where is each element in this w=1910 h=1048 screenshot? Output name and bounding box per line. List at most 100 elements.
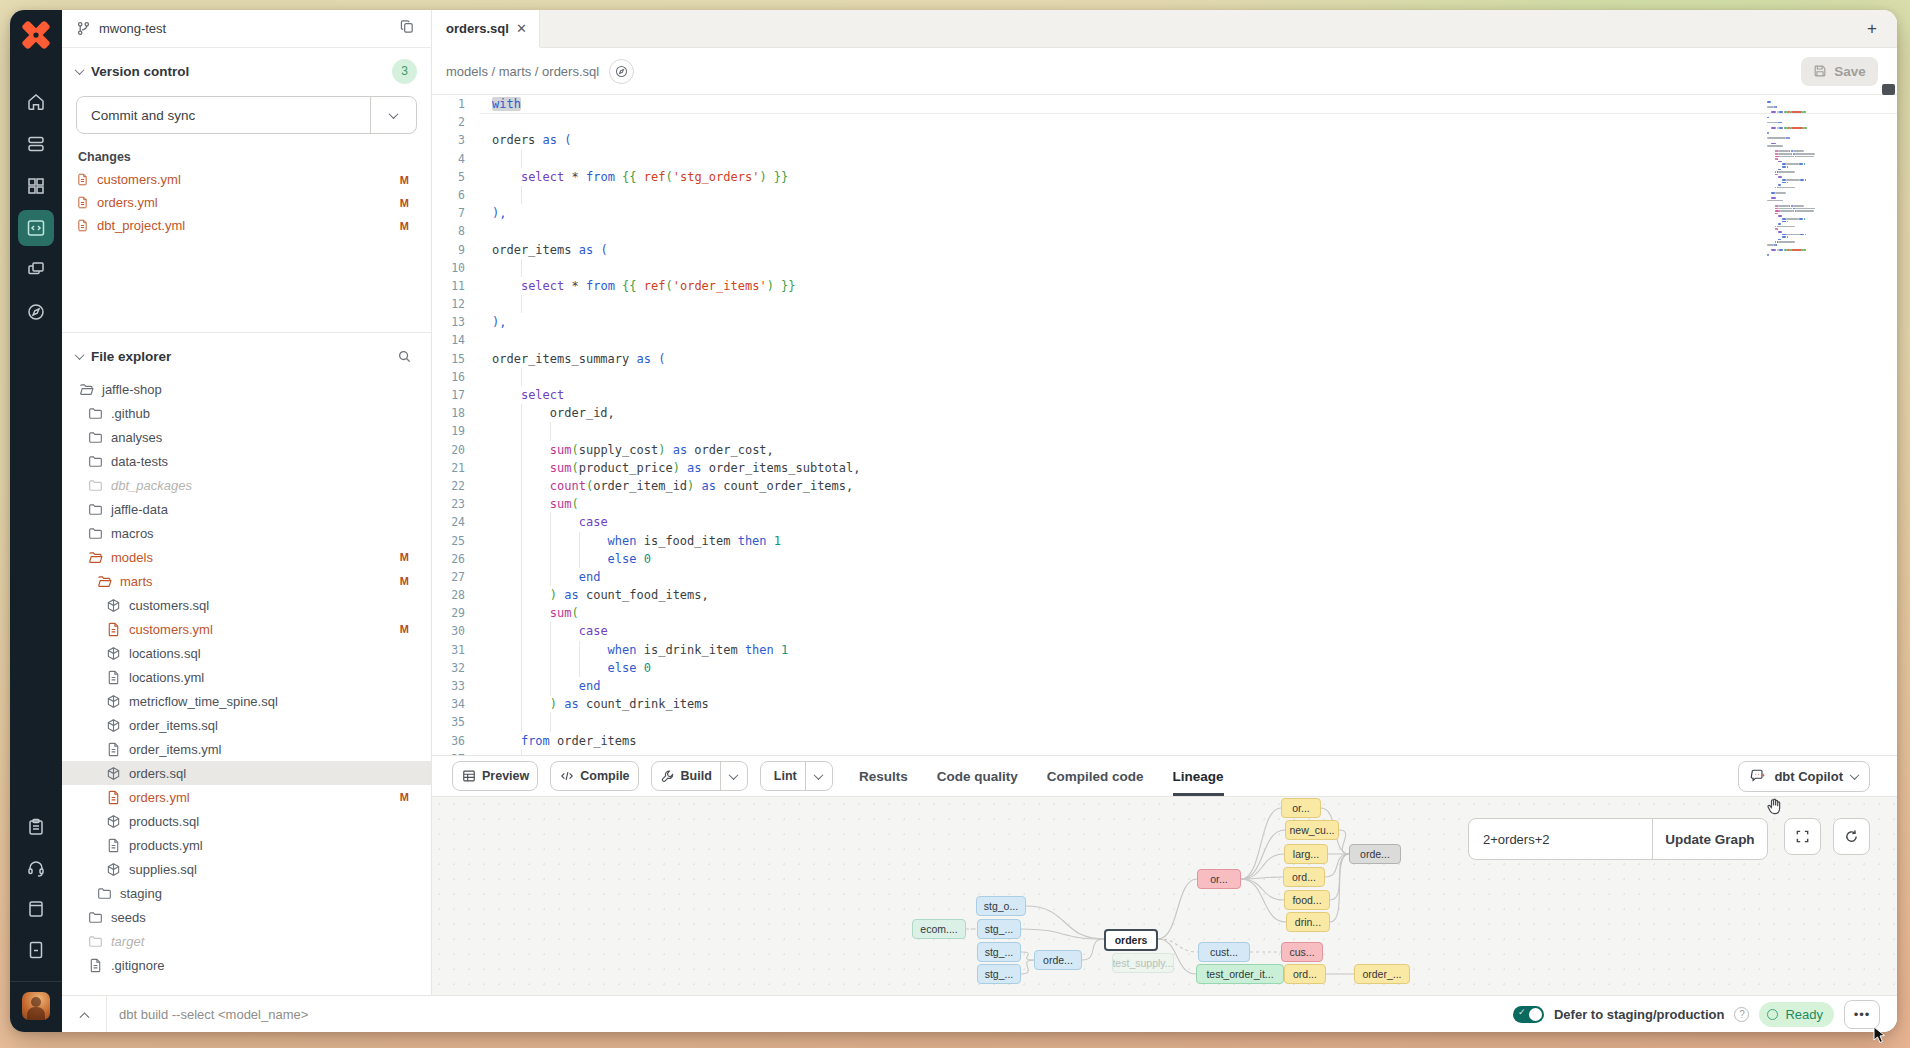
panel-tab-lineage[interactable]: Lineage	[1173, 756, 1224, 796]
tree-item-orders-sql[interactable]: orders.sql	[76, 761, 417, 785]
tree-item-order-items-sql[interactable]: order_items.sql	[76, 713, 417, 737]
file-search-icon[interactable]	[392, 344, 417, 369]
dbt-copilot-button[interactable]: dbt Copilot	[1738, 761, 1870, 792]
lint-button[interactable]: Lint	[760, 761, 833, 791]
tree-item-orders-yml[interactable]: orders.ymlM	[76, 785, 417, 809]
tree-item-metricflow-time-spine-sql[interactable]: metricflow_time_spine.sql	[76, 689, 417, 713]
lineage-node-food[interactable]: food...	[1284, 890, 1330, 910]
tree-item-macros[interactable]: macros	[76, 521, 417, 545]
changes-label: Changes	[78, 150, 417, 164]
tree-item-products-sql[interactable]: products.sql	[76, 809, 417, 833]
lineage-selector-input[interactable]: 2+orders+2	[1469, 819, 1652, 859]
code-line: 6	[432, 186, 1897, 204]
lineage-node-ory[interactable]: or...	[1281, 798, 1321, 818]
support-headset-icon[interactable]	[18, 850, 54, 886]
dbt-logo-icon[interactable]	[21, 20, 51, 50]
lineage-node-ordeb[interactable]: orde...	[1034, 950, 1082, 970]
lineage-node-larg[interactable]: larg...	[1284, 844, 1328, 864]
tree-item-supplies-sql[interactable]: supplies.sql	[76, 857, 417, 881]
open-in-explorer-icon[interactable]	[609, 59, 634, 84]
editor-scrollbar-thumb[interactable]	[1882, 84, 1895, 95]
tree-item-data-tests[interactable]: data-tests	[76, 449, 417, 473]
tree-item-order-items-yml[interactable]: order_items.yml	[76, 737, 417, 761]
ready-status-badge[interactable]: Ready	[1759, 1002, 1834, 1027]
code-editor[interactable]: 1with23orders as (45 select * from {{ re…	[432, 95, 1897, 755]
tree-item-products-yml[interactable]: products.yml	[76, 833, 417, 857]
changed-file-row[interactable]: dbt_project.ymlM	[76, 214, 417, 237]
lineage-node-cust[interactable]: cust...	[1198, 942, 1250, 962]
close-tab-icon[interactable]: ✕	[516, 21, 527, 36]
develop-code-icon[interactable]	[18, 210, 54, 246]
notebook-icon[interactable]	[18, 932, 54, 968]
expand-command-bar-icon[interactable]	[62, 996, 107, 1032]
lineage-node-ordy1[interactable]: ord...	[1283, 867, 1325, 887]
refresh-graph-button[interactable]	[1833, 818, 1870, 855]
update-graph-button[interactable]: Update Graph	[1652, 819, 1767, 859]
tab-orders-sql[interactable]: orders.sql ✕	[432, 10, 540, 47]
tree-item-customers-sql[interactable]: customers.sql	[76, 593, 417, 617]
lineage-node-stg1[interactable]: stg_o...	[976, 896, 1026, 916]
panel-tab-code-quality[interactable]: Code quality	[937, 756, 1018, 796]
lineage-node-ordery3[interactable]: order_...	[1354, 964, 1410, 984]
clipboard-icon[interactable]	[18, 809, 54, 845]
changed-file-row[interactable]: orders.ymlM	[76, 191, 417, 214]
more-options-button[interactable]: •••	[1844, 1000, 1880, 1029]
lineage-panel[interactable]: ecom....stg_o...stg_...stg_...stg_...ord…	[432, 797, 1897, 995]
lineage-node-testsup[interactable]: test_supply...	[1112, 953, 1174, 973]
lineage-node-stg4[interactable]: stg_...	[977, 964, 1021, 984]
lineage-node-orders[interactable]: orders	[1104, 929, 1158, 951]
info-icon[interactable]: ?	[1734, 1007, 1749, 1022]
preview-button[interactable]: Preview	[452, 761, 538, 791]
line-number: 22	[432, 477, 480, 495]
tree-item-marts[interactable]: martsM	[76, 569, 417, 593]
panel-tab-compiled-code[interactable]: Compiled code	[1047, 756, 1144, 796]
lineage-node-testoi[interactable]: test_order_it...	[1196, 964, 1284, 984]
tree-item-target[interactable]: target	[76, 929, 417, 953]
copy-branch-icon[interactable]	[400, 19, 415, 38]
tree-item--gitignore[interactable]: .gitignore	[76, 953, 417, 977]
lineage-node-stg3[interactable]: stg_...	[977, 942, 1021, 962]
command-placeholder[interactable]: dbt build --select <model_name>	[119, 1007, 308, 1022]
tree-item-staging[interactable]: staging	[76, 881, 417, 905]
apps-grid-icon[interactable]	[18, 168, 54, 204]
compile-button[interactable]: Compile	[550, 761, 638, 791]
defer-toggle[interactable]	[1513, 1006, 1544, 1023]
chevron-down-icon[interactable]	[76, 65, 83, 77]
lineage-node-newcu[interactable]: new_cu...	[1285, 820, 1339, 840]
lineage-node-drin[interactable]: drin...	[1286, 912, 1330, 932]
fullscreen-button[interactable]	[1784, 818, 1821, 855]
button-label: Build	[675, 769, 720, 783]
tree-item-locations-yml[interactable]: locations.yml	[76, 665, 417, 689]
new-tab-button[interactable]: +	[1867, 19, 1877, 39]
lineage-node-cuspink[interactable]: cus...	[1281, 942, 1323, 962]
lint-options-caret[interactable]	[805, 762, 832, 790]
build-options-caret[interactable]	[720, 762, 747, 790]
tree-item-customers-yml[interactable]: customers.ymlM	[76, 617, 417, 641]
lineage-node-ordy2[interactable]: ord...	[1284, 964, 1326, 984]
tree-item-dbt-packages[interactable]: dbt_packages	[76, 473, 417, 497]
commit-options-caret[interactable]	[370, 97, 416, 133]
docs-book-icon[interactable]	[18, 891, 54, 927]
tree-item-locations-sql[interactable]: locations.sql	[76, 641, 417, 665]
tree-item-jaffle-data[interactable]: jaffle-data	[76, 497, 417, 521]
panel-tab-results[interactable]: Results	[859, 756, 908, 796]
lineage-node-ecom[interactable]: ecom....	[912, 919, 966, 939]
build-button[interactable]: Build	[651, 761, 748, 791]
chevron-down-icon[interactable]	[76, 350, 83, 362]
user-avatar[interactable]	[22, 992, 50, 1020]
explore-compass-icon[interactable]	[18, 294, 54, 330]
tree-item--github[interactable]: .github	[76, 401, 417, 425]
tree-item-jaffle-shop[interactable]: jaffle-shop	[76, 377, 417, 401]
tree-item-models[interactable]: modelsM	[76, 545, 417, 569]
environments-icon[interactable]	[18, 126, 54, 162]
lineage-node-stg2[interactable]: stg_...	[977, 919, 1021, 939]
projects-icon[interactable]	[18, 252, 54, 288]
home-icon[interactable]	[18, 84, 54, 120]
lineage-node-ordeg[interactable]: orde...	[1349, 844, 1401, 864]
save-button[interactable]: Save	[1801, 57, 1878, 86]
lineage-node-orp[interactable]: or...	[1197, 869, 1241, 889]
tree-item-seeds[interactable]: seeds	[76, 905, 417, 929]
changed-file-row[interactable]: customers.ymlM	[76, 168, 417, 191]
commit-and-sync-button[interactable]: Commit and sync	[76, 96, 417, 134]
tree-item-analyses[interactable]: analyses	[76, 425, 417, 449]
